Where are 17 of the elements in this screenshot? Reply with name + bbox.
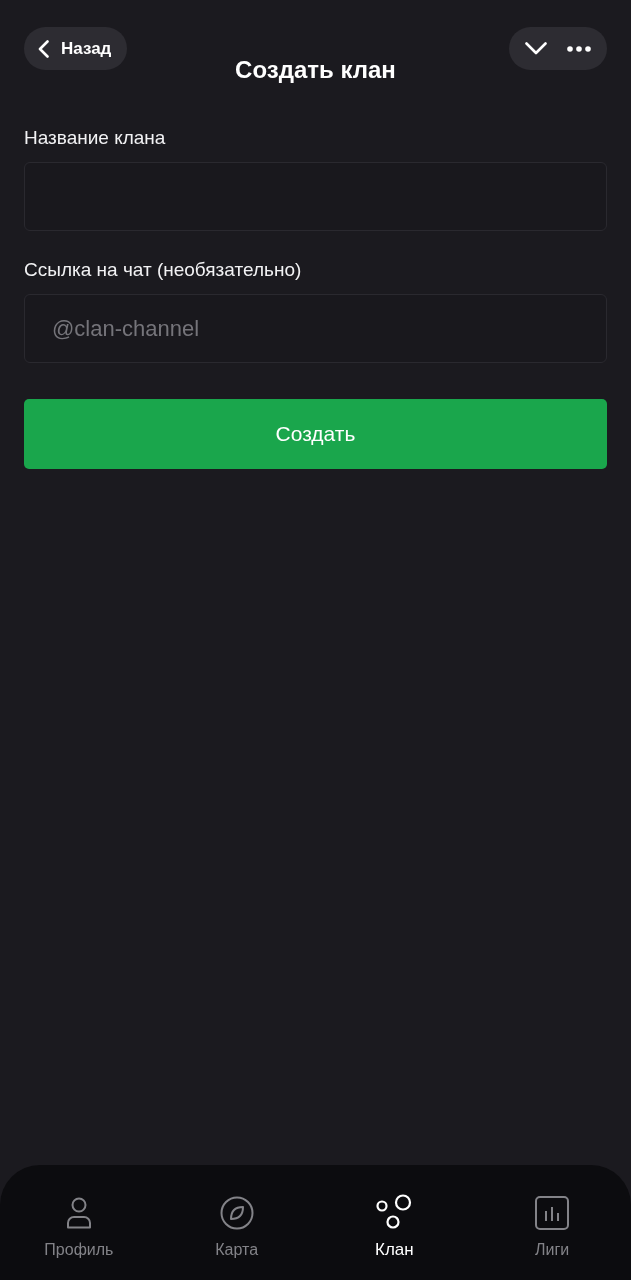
person-icon bbox=[64, 1195, 93, 1231]
bar-chart-icon bbox=[535, 1195, 570, 1231]
field-label: Ссылка на чат (необязательно) bbox=[24, 259, 303, 281]
field-label: Название клана bbox=[24, 127, 167, 149]
tab-item[interactable]: Карта bbox=[157, 1165, 316, 1280]
circles-icon bbox=[375, 1194, 414, 1230]
create-button[interactable]: Создать bbox=[24, 399, 607, 469]
tab-item[interactable]: Профиль bbox=[0, 1165, 158, 1280]
more-icon bbox=[567, 45, 591, 52]
tab-item[interactable]: Клан bbox=[315, 1165, 474, 1280]
tab-item[interactable]: Лиги bbox=[473, 1165, 631, 1280]
back-button[interactable]: Назад bbox=[24, 27, 128, 70]
chevron-down-icon bbox=[525, 42, 547, 55]
compass-icon bbox=[219, 1195, 254, 1231]
page-title: Создать клан bbox=[235, 55, 396, 85]
chevron-left-icon bbox=[38, 39, 49, 58]
input-field[interactable]: @clan-channel bbox=[24, 294, 607, 363]
